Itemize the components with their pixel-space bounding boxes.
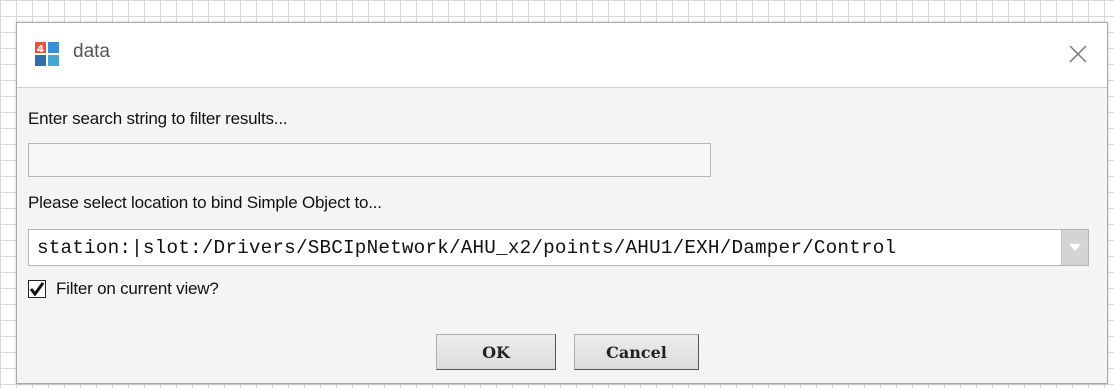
svg-text:4: 4 xyxy=(37,44,44,55)
search-label: Enter search string to filter results... xyxy=(28,109,288,128)
location-label: Please select location to bind Simple Ob… xyxy=(28,193,382,212)
close-icon[interactable] xyxy=(1067,43,1089,65)
checkmark-icon xyxy=(29,282,45,297)
dialog-titlebar: 4 data xyxy=(17,23,1107,88)
chevron-down-icon xyxy=(1069,244,1081,251)
filter-label: Filter on current view? xyxy=(56,279,219,298)
bind-dialog: 4 data Enter search string to filter res… xyxy=(16,22,1108,384)
location-dropdown-button[interactable] xyxy=(1061,230,1088,265)
location-select[interactable]: station:|slot:/Drivers/SBCIpNetwork/AHU_… xyxy=(28,229,1089,266)
location-value: station:|slot:/Drivers/SBCIpNetwork/AHU_… xyxy=(37,237,897,259)
ok-button[interactable]: OK xyxy=(436,334,556,370)
filter-checkbox[interactable] xyxy=(28,280,46,298)
dialog-title: data xyxy=(73,41,110,62)
cancel-button[interactable]: Cancel xyxy=(574,334,699,370)
search-input[interactable] xyxy=(28,143,711,177)
niagara-4-icon: 4 xyxy=(35,42,59,66)
